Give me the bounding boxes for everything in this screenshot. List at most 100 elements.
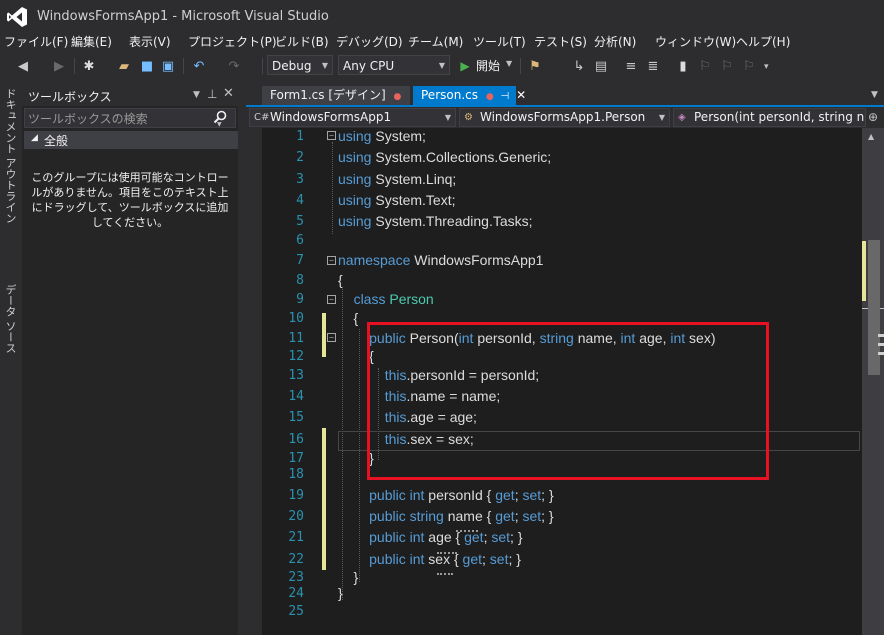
menu-analyze[interactable]: 分析(N) [594, 32, 636, 52]
code-text: System.Collections.Generic; [371, 149, 552, 165]
close-icon[interactable]: ✕ [223, 86, 234, 101]
pin-icon[interactable]: ⊣ [501, 91, 510, 102]
split-editor-icon[interactable]: ⊕ [868, 110, 878, 124]
line-number: 11 [288, 331, 304, 346]
line-number: 20 [288, 509, 304, 524]
code-keyword: int [409, 529, 425, 545]
line-number: 18 [288, 467, 304, 482]
new-project-icon[interactable]: ✱ [80, 57, 98, 75]
configuration-dropdown[interactable]: Debug ▼ [267, 55, 333, 75]
close-tab-icon[interactable]: ✕ [516, 88, 526, 102]
code-text: System; [371, 128, 426, 144]
change-marker [322, 428, 326, 570]
code-line: using System; [338, 128, 426, 144]
code-keyword: set [491, 529, 511, 545]
menu-build[interactable]: ビルド(B) [275, 32, 329, 52]
menu-project[interactable]: プロジェクト(P) [188, 32, 277, 52]
scrollbar-mark [878, 334, 884, 337]
line-number: 3 [296, 172, 304, 187]
menu-window[interactable]: ウィンドウ(W) [655, 32, 736, 52]
member-dropdown[interactable]: ◈ Person(int personId, string name, [673, 108, 866, 127]
fold-toggle-icon[interactable]: − [327, 333, 336, 342]
search-options-icon[interactable]: ▼ [217, 121, 222, 128]
clear-bookmarks-icon[interactable]: ⚐ [740, 57, 758, 75]
configuration-value: Debug [272, 59, 312, 73]
line-number: 8 [296, 273, 304, 288]
code-text: { [338, 272, 343, 288]
start-button-label[interactable]: 開始 [476, 57, 500, 74]
panel-splitter[interactable] [238, 86, 246, 635]
code-text: name { [443, 508, 496, 524]
menu-view[interactable]: 表示(V) [129, 32, 171, 52]
code-text: ; } [508, 551, 521, 567]
navigate-forward-icon[interactable]: ▶ [50, 57, 68, 75]
platform-dropdown[interactable]: Any CPU ▼ [338, 55, 450, 75]
fold-toggle-icon[interactable]: − [327, 295, 336, 304]
platform-value: Any CPU [343, 59, 395, 73]
tab-overflow-icon[interactable]: ▼ [871, 90, 878, 100]
code-text: System.Linq; [371, 171, 457, 187]
comment-lines-icon[interactable]: ≡ [622, 57, 640, 75]
pin-icon[interactable]: ⊥ [207, 87, 217, 101]
code-line: using System.Collections.Generic; [338, 149, 551, 165]
change-marker [322, 313, 326, 357]
menu-debug[interactable]: デバッグ(D) [336, 32, 403, 52]
redo-icon[interactable]: ↷ [225, 57, 243, 75]
uncomment-lines-icon[interactable]: ≣ [644, 57, 662, 75]
line-number: 19 [288, 488, 304, 503]
menu-test[interactable]: テスト(S) [534, 32, 587, 52]
toolbox-group-label: 全般 [44, 134, 69, 148]
code-keyword: get [495, 508, 515, 524]
code-text: ; [482, 551, 490, 567]
undo-icon[interactable]: ↶ [190, 57, 208, 75]
menu-tools[interactable]: ツール(T) [473, 32, 526, 52]
chevron-down-icon: ▼ [321, 61, 328, 70]
fold-toggle-icon[interactable]: − [327, 131, 336, 140]
code-line: namespace WindowsFormsApp1 [338, 252, 543, 268]
solution-explorer-icon[interactable]: ▤ [592, 57, 610, 75]
toolbar-overflow-icon[interactable]: ▾ [764, 62, 769, 72]
scrollbar-mark [878, 343, 884, 346]
menu-edit[interactable]: 編集(E) [71, 32, 112, 52]
fold-toggle-icon[interactable]: − [327, 256, 336, 265]
previous-bookmark-icon[interactable]: ⚐ [696, 57, 714, 75]
code-keyword: set [522, 487, 542, 503]
save-icon[interactable]: ■ [138, 57, 156, 75]
start-play-icon[interactable]: ▶ [456, 57, 474, 75]
class-dropdown[interactable]: ⚙ WindowsFormsApp1.Person ▼ [459, 108, 670, 127]
window-position-icon[interactable]: ▼ [193, 90, 200, 100]
code-text: ; } [541, 508, 554, 524]
browser-link-icon[interactable]: ⚑ [526, 57, 544, 75]
navigate-back-icon[interactable]: ◀ [14, 57, 32, 75]
vertical-scrollbar[interactable]: ▲ [862, 128, 884, 635]
chevron-down-icon[interactable]: ▼ [506, 59, 512, 68]
next-bookmark-icon[interactable]: ⚐ [718, 57, 736, 75]
step-into-icon[interactable]: ↳ [570, 57, 588, 75]
menu-file[interactable]: ファイル(F) [4, 32, 68, 52]
side-tab-data-sources[interactable]: データ ソース [2, 284, 18, 354]
side-tab-strip: ドキュメント アウトライン データ ソース [0, 84, 20, 635]
chevron-down-icon: ▼ [444, 113, 451, 122]
code-line: using System.Text; [338, 192, 456, 208]
code-keyword: get [462, 551, 483, 567]
class-value: WindowsFormsApp1.Person [480, 110, 646, 124]
tab-person-cs[interactable]: Person.cs ● ⊣ ✕ [413, 86, 526, 105]
save-all-icon[interactable]: ▣ [159, 57, 177, 75]
open-folder-icon[interactable]: ▰ [115, 57, 133, 75]
line-number: 9 [296, 292, 304, 307]
code-keyword: namespace [338, 252, 411, 268]
toolbox-search-placeholder: ツールボックスの検索 [28, 112, 148, 126]
menu-team[interactable]: チーム(M) [408, 32, 463, 52]
collapse-triangle-icon[interactable]: ◢ [31, 133, 38, 143]
project-dropdown[interactable]: C# WindowsFormsApp1 ▼ [249, 108, 456, 127]
toolbar-separator [520, 58, 521, 74]
code-text: ; } [510, 529, 523, 545]
scroll-up-icon[interactable]: ▲ [868, 132, 874, 141]
toolbox-empty-message: このグループには使用可能なコントロールがありません。項目をこのテキスト上にドラッ… [31, 171, 229, 229]
tab-form1-designer[interactable]: Form1.cs [デザイン] ● [262, 86, 410, 105]
side-tab-document-outline[interactable]: ドキュメント アウトライン [2, 88, 18, 224]
bookmark-icon[interactable]: ▮ [674, 57, 692, 75]
code-keyword: set [489, 551, 509, 567]
menu-help[interactable]: ヘルプ(H) [736, 32, 790, 52]
